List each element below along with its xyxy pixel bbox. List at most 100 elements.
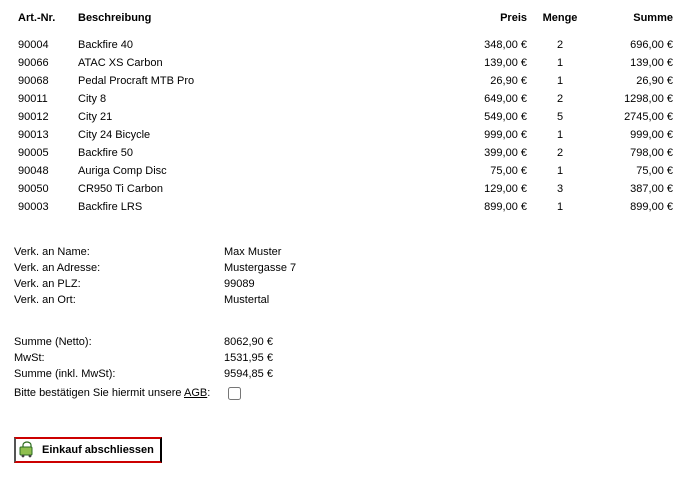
cell-preis: 26,90 €: [443, 72, 531, 90]
cell-menge: 1: [531, 162, 589, 180]
agb-row: Bitte bestätigen Sie hiermit unsere AGB:: [14, 382, 677, 405]
ship-addr-value: Mustergasse 7: [224, 262, 296, 274]
agb-text-post: :: [207, 387, 210, 399]
cell-menge: 1: [531, 54, 589, 72]
cell-desc: City 24 Bicycle: [74, 126, 443, 144]
checkout-button[interactable]: Einkauf abschliessen: [14, 437, 162, 463]
cell-desc: Backfire LRS: [74, 198, 443, 216]
ship-name-value: Max Muster: [224, 246, 281, 258]
ship-plz-value: 99089: [224, 278, 255, 290]
header-preis: Preis: [443, 10, 531, 36]
table-row: 90004Backfire 40348,00 €2696,00 €: [14, 36, 677, 54]
table-row: 90013City 24 Bicycle999,00 €1999,00 €: [14, 126, 677, 144]
gross-row: Summe (inkl. MwSt): 9594,85 €: [14, 366, 677, 382]
ship-ort-value: Mustertal: [224, 294, 269, 306]
cell-summe: 139,00 €: [589, 54, 677, 72]
cell-art: 90011: [14, 90, 74, 108]
cell-art: 90012: [14, 108, 74, 126]
cell-menge: 1: [531, 72, 589, 90]
cell-preis: 649,00 €: [443, 90, 531, 108]
cell-desc: CR950 Ti Carbon: [74, 180, 443, 198]
cell-desc: ATAC XS Carbon: [74, 54, 443, 72]
table-row: 90068Pedal Procraft MTB Pro26,90 €126,90…: [14, 72, 677, 90]
ship-plz-label: Verk. an PLZ:: [14, 278, 224, 290]
ship-addr-row: Verk. an Adresse: Mustergasse 7: [14, 260, 677, 276]
cell-preis: 899,00 €: [443, 198, 531, 216]
cell-summe: 387,00 €: [589, 180, 677, 198]
table-row: 90066ATAC XS Carbon139,00 €1139,00 €: [14, 54, 677, 72]
cell-menge: 1: [531, 126, 589, 144]
agb-text-pre: Bitte bestätigen Sie hiermit unsere: [14, 387, 184, 399]
netto-row: Summe (Netto): 8062,90 €: [14, 334, 677, 350]
cell-desc: Pedal Procraft MTB Pro: [74, 72, 443, 90]
header-summe: Summe: [589, 10, 677, 36]
table-header-row: Art.-Nr. Beschreibung Preis Menge Summe: [14, 10, 677, 36]
cell-art: 90013: [14, 126, 74, 144]
table-row: 90012City 21549,00 €52745,00 €: [14, 108, 677, 126]
totals-section: Summe (Netto): 8062,90 € MwSt: 1531,95 €…: [14, 334, 677, 405]
cell-summe: 696,00 €: [589, 36, 677, 54]
cell-art: 90066: [14, 54, 74, 72]
cell-preis: 399,00 €: [443, 144, 531, 162]
table-row: 90003Backfire LRS899,00 €1899,00 €: [14, 198, 677, 216]
ship-ort-label: Verk. an Ort:: [14, 294, 224, 306]
mwst-value: 1531,95 €: [224, 352, 273, 364]
checkout-label: Einkauf abschliessen: [42, 444, 154, 456]
agb-checkbox-cell: [224, 384, 244, 403]
gross-label: Summe (inkl. MwSt):: [14, 368, 224, 380]
header-desc: Beschreibung: [74, 10, 443, 36]
cell-summe: 798,00 €: [589, 144, 677, 162]
cell-preis: 139,00 €: [443, 54, 531, 72]
cell-art: 90068: [14, 72, 74, 90]
ship-name-label: Verk. an Name:: [14, 246, 224, 258]
cell-summe: 75,00 €: [589, 162, 677, 180]
gross-value: 9594,85 €: [224, 368, 273, 380]
cell-art: 90004: [14, 36, 74, 54]
cell-desc: City 21: [74, 108, 443, 126]
shipping-section: Verk. an Name: Max Muster Verk. an Adres…: [14, 244, 677, 308]
agb-checkbox[interactable]: [228, 387, 241, 400]
cell-menge: 2: [531, 144, 589, 162]
agb-text: Bitte bestätigen Sie hiermit unsere AGB:: [14, 386, 224, 401]
table-row: 90048Auriga Comp Disc75,00 €175,00 €: [14, 162, 677, 180]
cell-menge: 2: [531, 90, 589, 108]
header-menge: Menge: [531, 10, 589, 36]
netto-value: 8062,90 €: [224, 336, 273, 348]
cell-preis: 999,00 €: [443, 126, 531, 144]
cell-preis: 549,00 €: [443, 108, 531, 126]
table-row: 90005Backfire 50399,00 €2798,00 €: [14, 144, 677, 162]
cell-summe: 1298,00 €: [589, 90, 677, 108]
netto-label: Summe (Netto):: [14, 336, 224, 348]
cell-summe: 999,00 €: [589, 126, 677, 144]
mwst-label: MwSt:: [14, 352, 224, 364]
ship-name-row: Verk. an Name: Max Muster: [14, 244, 677, 260]
cell-art: 90050: [14, 180, 74, 198]
cart-icon: [18, 441, 36, 459]
table-row: 90011City 8649,00 €21298,00 €: [14, 90, 677, 108]
cell-menge: 1: [531, 198, 589, 216]
cell-desc: Backfire 40: [74, 36, 443, 54]
cell-desc: City 8: [74, 90, 443, 108]
cell-menge: 5: [531, 108, 589, 126]
cell-preis: 75,00 €: [443, 162, 531, 180]
order-items-table: Art.-Nr. Beschreibung Preis Menge Summe …: [14, 10, 677, 216]
cell-preis: 348,00 €: [443, 36, 531, 54]
agb-link[interactable]: AGB: [184, 387, 207, 399]
table-row: 90050CR950 Ti Carbon129,00 €3387,00 €: [14, 180, 677, 198]
header-art: Art.-Nr.: [14, 10, 74, 36]
cell-summe: 899,00 €: [589, 198, 677, 216]
cell-preis: 129,00 €: [443, 180, 531, 198]
cell-desc: Auriga Comp Disc: [74, 162, 443, 180]
cell-summe: 26,90 €: [589, 72, 677, 90]
cell-art: 90005: [14, 144, 74, 162]
cell-art: 90048: [14, 162, 74, 180]
cell-art: 90003: [14, 198, 74, 216]
cell-desc: Backfire 50: [74, 144, 443, 162]
cell-menge: 3: [531, 180, 589, 198]
cell-menge: 2: [531, 36, 589, 54]
mwst-row: MwSt: 1531,95 €: [14, 350, 677, 366]
ship-plz-row: Verk. an PLZ: 99089: [14, 276, 677, 292]
ship-ort-row: Verk. an Ort: Mustertal: [14, 292, 677, 308]
ship-addr-label: Verk. an Adresse:: [14, 262, 224, 274]
cell-summe: 2745,00 €: [589, 108, 677, 126]
